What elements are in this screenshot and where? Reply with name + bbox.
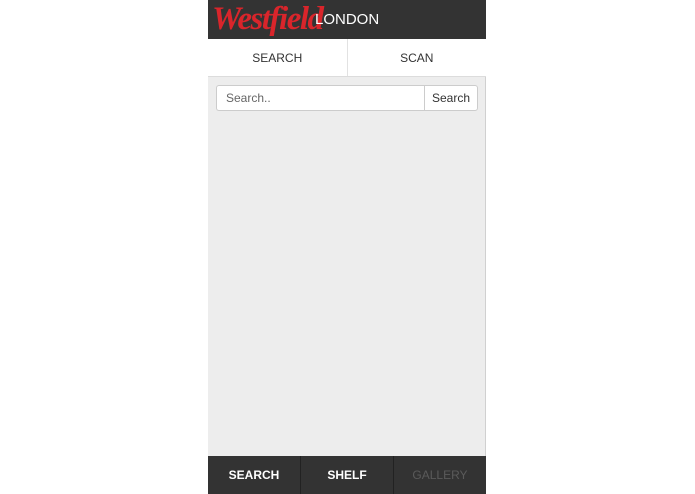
search-input[interactable] [216,85,424,111]
bottom-nav-search[interactable]: SEARCH [208,456,300,494]
tab-search[interactable]: SEARCH [208,39,347,76]
westfield-logo: Westfield [212,1,324,37]
city-label: LONDON [315,11,380,28]
search-bar: Search [216,85,478,111]
top-tabs: SEARCH SCAN [208,39,486,77]
bottom-nav-shelf[interactable]: SHELF [300,456,393,494]
bottom-nav-gallery[interactable]: GALLERY [393,456,486,494]
app-screen: Westfield LONDON SEARCH SCAN Search SEAR… [208,0,486,494]
tab-scan[interactable]: SCAN [346,39,487,76]
app-header: Westfield LONDON [208,0,486,39]
search-button[interactable]: Search [424,85,478,111]
bottom-nav: SEARCH SHELF GALLERY [208,456,486,494]
